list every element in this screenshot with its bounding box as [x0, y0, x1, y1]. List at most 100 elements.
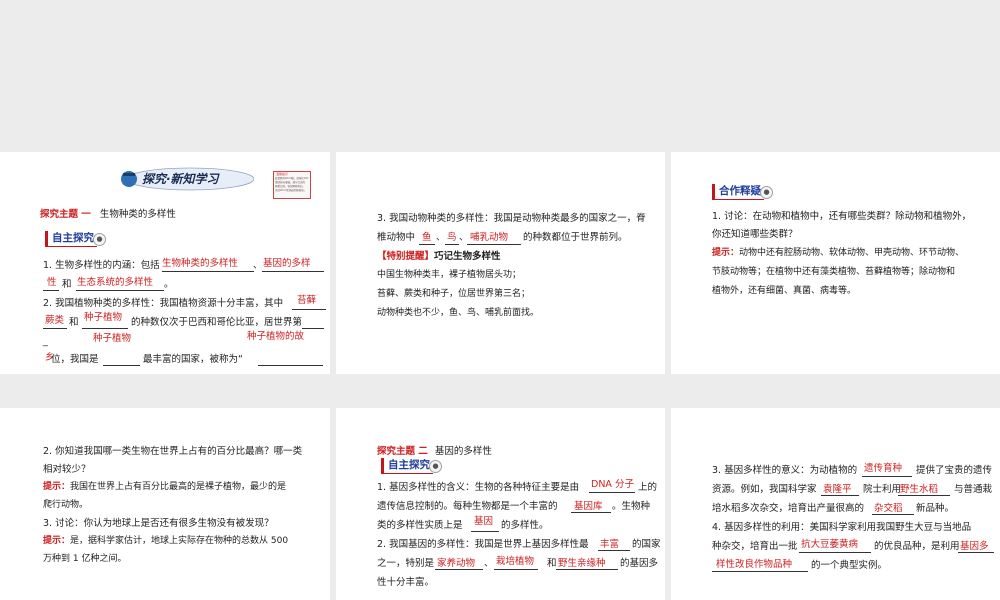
answer-gene: 基因	[474, 516, 494, 527]
blank	[262, 271, 324, 272]
l5: 之一，特别是	[377, 558, 435, 569]
l3-end: 的多样性。	[501, 520, 549, 531]
hint2-line1: 提示：我国在世界上占有百分比最高的是裸子植物，最少的是	[43, 478, 286, 497]
blank	[82, 328, 128, 329]
banner-title: 探究·新知学习	[142, 172, 219, 186]
blank	[712, 571, 808, 572]
q2-answer-3: 种子植物	[93, 333, 132, 344]
special-title: 巧记生物多样性	[434, 251, 501, 262]
l2: 遗传信息控制的。每种生物都是一个丰富的	[377, 501, 558, 512]
l3: 类的多样性实质上是	[377, 520, 463, 531]
blank	[292, 309, 326, 310]
blank	[862, 476, 912, 477]
hint-text: 动物中还有腔肠动物、软体动物、甲壳动物、环节动物、	[739, 248, 965, 258]
tag-badge-icon: ●	[93, 233, 106, 246]
answer-breeding: 遗传育种	[864, 463, 903, 474]
l2-end: 与普通栽	[954, 484, 993, 495]
answer-resistant: 抗大豆萎黄病	[801, 539, 859, 550]
blank	[471, 531, 499, 532]
hint-label: 提示：	[43, 482, 71, 492]
tip-line: 动物种类也不少，鱼、鸟、哺乳前面找。	[377, 308, 540, 318]
q1-sep: 、	[253, 260, 263, 271]
q1-answer-3: 生态系统的多样性	[77, 277, 154, 288]
blank	[43, 290, 59, 291]
hint-label: 提示：	[712, 248, 740, 258]
hint-line1: 提示：动物中还有腔肠动物、软体动物、甲壳动物、环节动物、	[712, 244, 964, 263]
hint-label: 提示：	[43, 536, 71, 546]
q1-answer-2b: 性	[47, 277, 57, 288]
hint3-line2: 万种到 1 亿种之间。	[43, 554, 127, 564]
blank	[571, 512, 611, 513]
blank	[43, 328, 67, 329]
blank	[958, 552, 994, 553]
blank	[589, 492, 635, 493]
q3-line: 3. 讨论：你认为地球上是否还有很多生物没有被发现？	[43, 518, 274, 529]
q2-and: 和	[69, 317, 79, 328]
topic-title: 生物种类的多样性	[99, 209, 176, 220]
special-tip: 【特别提醒】巧记生物多样性	[377, 247, 501, 266]
answer-mammal: 哺乳动物	[470, 232, 509, 243]
tip-line: 苔藓、蕨类和种子，位居世界第三名；	[377, 289, 531, 299]
self-explore-tag: 自主探究	[45, 231, 97, 247]
q1-answer-1: 生物种类的多样性	[162, 258, 239, 269]
q2-dash: _	[43, 336, 48, 347]
q3-line1: 3. 我国动物种类的多样性：我国是动物种类最多的国家之一，脊	[377, 213, 646, 224]
l2-end: 。生物种	[612, 501, 651, 512]
blank	[162, 271, 254, 272]
slide-3: 合作释疑 ● 1. 讨论：在动物和植物中，还有哪些类群？除动物和植物外， 你还知…	[671, 152, 1000, 374]
l1: 3. 基因多样性的意义：为动植物的	[712, 465, 858, 476]
self-explore-tag: 自主探究	[381, 458, 433, 474]
l1-end: 上的	[638, 482, 658, 493]
topic-title: 基因的多样性	[434, 446, 492, 457]
slide-2: 3. 我国动物种类的多样性：我国是动物种类最多的国家之一，脊 椎动物中 鱼 、 …	[336, 152, 665, 374]
l5-end: 的基因多	[620, 558, 659, 569]
blank	[419, 244, 435, 245]
topic-label: 探究主题 一	[40, 209, 91, 220]
answer-fish: 鱼	[422, 232, 432, 243]
blank	[467, 244, 521, 245]
q2-answer-2: 种子植物	[84, 312, 123, 323]
hint3-line1: 提示：是，据科学家估计，地球上实际存在物种的总数从 500	[43, 532, 288, 551]
sep: 、	[484, 558, 494, 569]
topic-heading: 探究主题 一 生物种类的多样性	[40, 205, 176, 224]
blank	[799, 552, 871, 553]
l2-mid: 院士利用	[863, 484, 902, 495]
blank	[821, 495, 859, 496]
blank	[435, 569, 483, 570]
q1-and: 和	[62, 279, 72, 290]
blank	[76, 290, 164, 291]
q2-c: 最丰富的国家，被称为“	[143, 354, 243, 365]
blank	[494, 569, 538, 570]
l4: 4. 基因多样性的利用：美国科学家利用我国野生大豆与当地品	[712, 522, 972, 533]
l5-mid: 的优良品种，是利用	[874, 541, 960, 552]
l6-end: 的一个典型实例。	[811, 560, 888, 571]
blank	[445, 244, 459, 245]
d1-line1: 1. 讨论：在动物和植物中，还有哪些类群？除动物和植物外，	[712, 211, 972, 222]
section-banner: 探究·新知学习	[120, 164, 255, 194]
slide-1: 探究·新知学习 温馨提示 此套题为Word版，请按住Ctrl 滑动鼠标滚轴，调节…	[0, 152, 330, 374]
hint2-line2: 爬行动物。	[43, 500, 89, 510]
slide-6: 3. 基因多样性的意义：为动植物的 遗传育种 提供了宝贵的遗传 资源。例如，我国…	[671, 408, 1000, 600]
l5: 种杂交，培育出一批	[712, 541, 798, 552]
q3-line2: 椎动物中	[377, 232, 416, 243]
l6: 性十分丰富。	[377, 577, 435, 588]
blank	[598, 550, 630, 551]
blank	[872, 514, 914, 515]
blank	[258, 365, 323, 366]
l2: 资源。例如，我国科学家	[712, 484, 817, 495]
note-line: 关闭Word文档返回原板块。	[275, 189, 307, 192]
tag-badge-icon: ●	[760, 186, 773, 199]
q2-line1: 2. 你知道我国哪一类生物在世界上占有的百分比最高？哪一类	[43, 446, 303, 457]
l1: 1. 基因多样性的含义：生物的各种特征主要是由	[377, 482, 580, 493]
tip-line: 中国生物种类丰，裸子植物居头功；	[377, 270, 522, 280]
answer-crop: 栽培植物	[496, 556, 535, 567]
hint-text: 我国在世界上占有百分比最高的是裸子植物，最少的是	[70, 482, 287, 492]
q1-answer-2: 基因的多样	[263, 258, 311, 269]
blank	[898, 495, 950, 496]
cooperation-tag: 合作释疑	[712, 184, 764, 200]
q2-mid: 的种数仅次于巴西和哥伦比亚，居世界第	[131, 317, 303, 328]
l3-end: 新品种。	[916, 503, 955, 514]
l3: 培水稻多次杂交，培育出产量很高的	[712, 503, 865, 514]
q1-text: 1. 生物多样性的内涵：包括	[43, 260, 160, 271]
hint-line2: 节肢动物等；在植物中还有藻类植物、苔藓植物等；除动物和	[712, 267, 956, 277]
